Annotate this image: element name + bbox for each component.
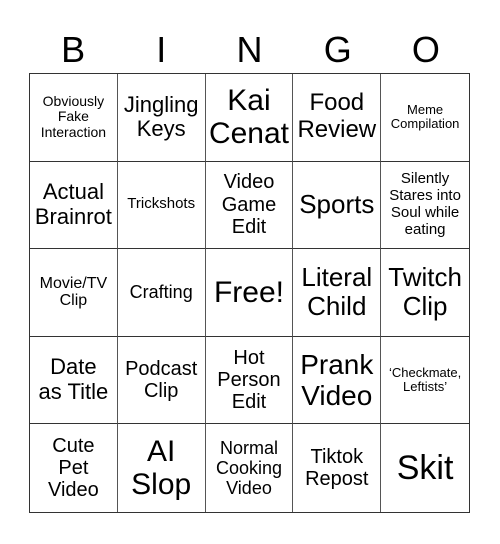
cell-label: Trickshots xyxy=(127,195,196,213)
bingo-cell[interactable]: Actual Brainrot xyxy=(30,161,118,250)
cell-label: Prank Video xyxy=(300,348,374,412)
cell-label: Skit xyxy=(396,449,454,488)
header-letter-i: I xyxy=(156,29,167,70)
bingo-cell[interactable]: Date as Title xyxy=(30,336,118,425)
cell-label: Movie/TV Clip xyxy=(39,274,108,310)
bingo-cell[interactable]: Trickshots xyxy=(117,161,206,250)
cell-label: Twitch Clip xyxy=(388,262,462,322)
cell-label: Normal Cooking Video xyxy=(215,437,283,499)
cell-label: Jingling Keys xyxy=(123,91,199,142)
free-space-cell[interactable]: Free! xyxy=(205,249,294,337)
bingo-cell[interactable]: AI Slop xyxy=(118,424,206,512)
bingo-cell[interactable]: Movie/TV Clip xyxy=(30,249,118,337)
bingo-cell[interactable]: Jingling Keys xyxy=(117,74,206,162)
cell-label: Silently Stares into Soul while eating xyxy=(389,170,461,238)
header-letter-n: N xyxy=(236,29,263,70)
cell-label: Date as Title xyxy=(38,354,109,405)
bingo-cell[interactable]: Literal Child xyxy=(293,249,382,337)
cell-label: Kai Cenat xyxy=(208,83,290,151)
bingo-cell[interactable]: Hot Person Edit xyxy=(205,336,294,425)
bingo-cell[interactable]: Skit xyxy=(381,424,469,512)
bingo-cell[interactable]: Food Review xyxy=(293,74,382,162)
cell-label: Video Game Edit xyxy=(221,171,277,239)
bingo-cell[interactable]: Prank Video xyxy=(293,336,382,425)
cell-label: Actual Brainrot xyxy=(34,179,112,229)
cell-label: Literal Child xyxy=(301,262,373,322)
bingo-cell[interactable]: Cute Pet Video xyxy=(30,424,118,512)
bingo-cell[interactable]: Silently Stares into Soul while eating xyxy=(381,162,469,250)
cell-label: Crafting xyxy=(129,282,193,303)
bingo-cell[interactable]: Podcast Clip xyxy=(117,336,206,425)
bingo-board: Obviously Fake Interaction Jingling Keys Ka… xyxy=(29,73,470,513)
bingo-cell[interactable]: Normal Cooking Video xyxy=(206,424,294,512)
cell-label: Food Review xyxy=(297,89,377,144)
cell-label: Podcast Clip xyxy=(125,357,198,403)
bingo-cell[interactable]: Crafting xyxy=(117,249,206,337)
bingo-cell[interactable]: Video Game Edit xyxy=(205,161,294,250)
cell-label: AI Slop xyxy=(131,434,192,502)
cell-label: Free! xyxy=(213,275,284,309)
bingo-cell[interactable]: ‘Checkmate, Leftists’ xyxy=(381,337,469,425)
header-letter-g: G xyxy=(323,29,352,70)
bingo-cell[interactable]: Tiktok Repost xyxy=(293,424,382,512)
bingo-cell[interactable]: Obviously Fake Interaction xyxy=(30,74,118,162)
cell-label: Cute Pet Video xyxy=(48,434,99,502)
header-letter-o: O xyxy=(411,29,440,70)
cell-label: Sports xyxy=(299,189,375,220)
cell-label: Obviously Fake Interaction xyxy=(40,92,107,141)
cell-label: Hot Person Edit xyxy=(217,346,281,414)
header-letter-b: B xyxy=(61,29,86,70)
cell-label: Meme Compilation xyxy=(390,101,460,132)
bingo-cell[interactable]: Twitch Clip xyxy=(381,249,469,337)
cell-label: Tiktok Repost xyxy=(305,445,369,491)
bingo-cell[interactable]: Sports xyxy=(293,161,382,250)
bingo-header: B I N G O xyxy=(29,28,470,72)
bingo-cell[interactable]: Kai Cenat xyxy=(205,74,294,162)
cell-label: ‘Checkmate, Leftists’ xyxy=(388,364,462,395)
bingo-cell[interactable]: Meme Compilation xyxy=(381,74,469,162)
